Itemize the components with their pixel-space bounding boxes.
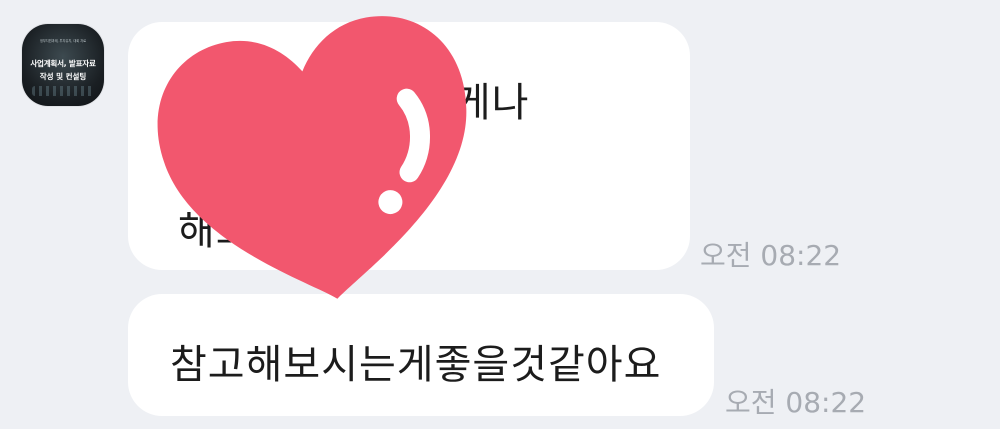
avatar-caption-line1: 사업계획서, 발표자료 xyxy=(30,59,96,68)
message-1-timestamp: 오전 08:22 xyxy=(700,239,842,272)
avatar-caption-line2: 작성 및 컨설팅 xyxy=(39,72,87,81)
avatar-caption-small: 정부지원과제, 투자유치, 대회 자료 xyxy=(39,39,87,43)
heart-reaction-icon[interactable] xyxy=(138,0,498,320)
sender-avatar[interactable]: 정부지원과제, 투자유치, 대회 자료 사업계획서, 발표자료 작성 및 컨설팅 xyxy=(22,24,104,106)
avatar-background-pattern xyxy=(32,86,94,96)
message-2-timestamp: 오전 08:22 xyxy=(725,386,867,419)
message-2-text: 참고해보시는게좋을것같아요 xyxy=(170,342,662,388)
heart-shape xyxy=(157,16,467,299)
